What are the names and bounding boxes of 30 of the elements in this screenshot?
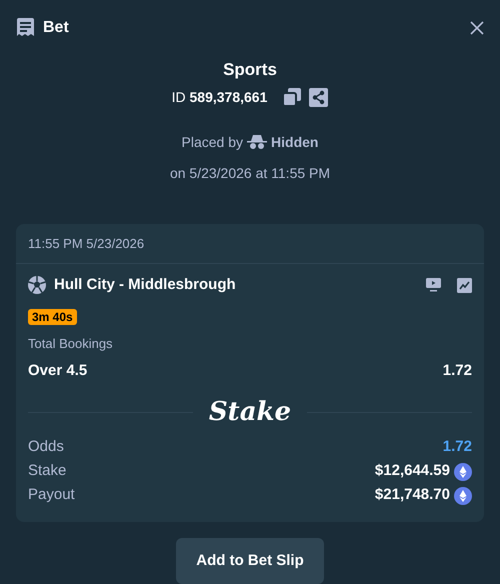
odds-value: 1.72 bbox=[442, 437, 472, 458]
ethereum-icon bbox=[454, 462, 472, 480]
market-name: Total Bookings bbox=[28, 334, 114, 353]
detail-label: Stake bbox=[28, 461, 66, 482]
amount-value: $21,748.70 bbox=[374, 485, 450, 506]
placed-by-label: Placed by bbox=[182, 132, 244, 152]
close-icon[interactable] bbox=[470, 20, 484, 34]
detail-label: Payout bbox=[28, 485, 75, 506]
copy-icon[interactable] bbox=[283, 88, 302, 106]
stake-logo: Stake bbox=[208, 396, 292, 428]
bet-timestamp: 11:55 PM 5/23/2026 bbox=[16, 224, 484, 264]
placed-by-user: Hidden bbox=[271, 132, 318, 152]
live-timer-badge: 3m 40s bbox=[28, 308, 77, 324]
bet-category: Sports bbox=[223, 59, 277, 81]
window-title: Bet bbox=[43, 18, 69, 38]
receipt-icon bbox=[16, 18, 35, 37]
event-name[interactable]: Hull City - Middlesbrough bbox=[54, 274, 236, 296]
selection-name: Over 4.5 bbox=[28, 361, 88, 381]
detail-label: Odds bbox=[28, 437, 64, 458]
chart-icon[interactable] bbox=[457, 278, 472, 293]
amount-value: $12,644.59 bbox=[374, 461, 450, 482]
bet-id: ID 589,378,661 bbox=[172, 88, 268, 106]
soccer-ball-icon bbox=[28, 276, 46, 294]
incognito-icon bbox=[247, 135, 268, 149]
add-to-bet-slip-button[interactable]: Add to Bet Slip bbox=[176, 538, 324, 584]
ethereum-icon bbox=[454, 486, 472, 504]
placed-date: on 5/23/2026 at 11:55 PM bbox=[170, 164, 330, 182]
tv-icon[interactable] bbox=[426, 278, 441, 292]
share-icon[interactable] bbox=[309, 88, 328, 106]
selection-odds: 1.72 bbox=[442, 361, 472, 381]
